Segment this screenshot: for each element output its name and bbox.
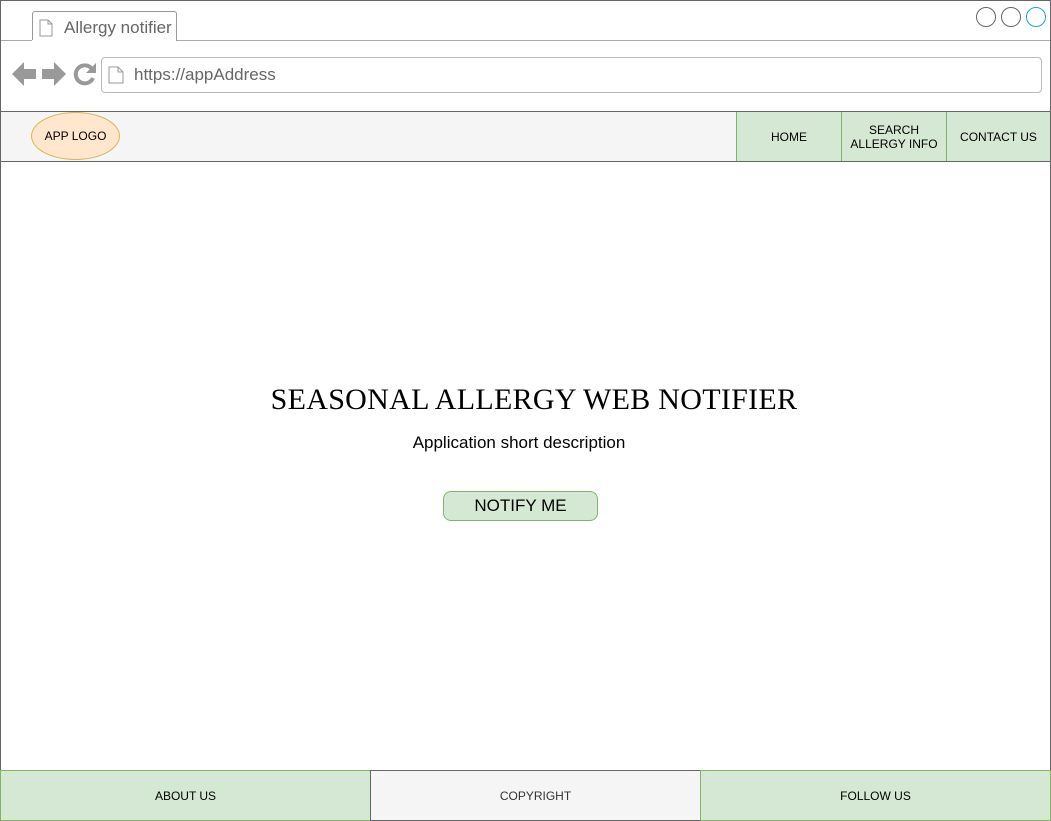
app-header: APP LOGO HOME SEARCH ALLERGY INFO CONTAC… [1, 111, 1050, 162]
footer-copyright: COPYRIGHT [370, 770, 701, 821]
footer-copyright-label: COPYRIGHT [499, 788, 572, 803]
close-button[interactable] [1026, 7, 1046, 27]
nav-search-label: SEARCH ALLERGY INFO [850, 122, 938, 151]
tab-strip: Allergy notifier [1, 1, 1050, 41]
footer-about-label: ABOUT US [154, 788, 217, 803]
url-text: https://appAddress [134, 65, 276, 84]
page-icon [39, 19, 53, 42]
app-logo[interactable]: APP LOGO [31, 112, 120, 160]
nav-home[interactable]: HOME [736, 112, 841, 161]
footer-about-us[interactable]: ABOUT US [0, 770, 371, 821]
nav-contact-us[interactable]: CONTACT US [946, 112, 1050, 161]
nav-search-allergy-info[interactable]: SEARCH ALLERGY INFO [841, 112, 946, 161]
address-bar-area: https://appAddress [1, 41, 1050, 111]
nav-contact-label: CONTACT US [960, 129, 1037, 144]
minimize-button[interactable] [976, 7, 996, 27]
address-bar[interactable]: https://appAddress [101, 57, 1042, 93]
reload-icon[interactable] [72, 61, 96, 92]
app-description: Application short description [412, 433, 626, 452]
browser-tab[interactable]: Allergy notifier [32, 11, 177, 41]
tab-title: Allergy notifier [64, 18, 172, 37]
back-arrow-icon[interactable] [12, 61, 36, 92]
page-icon [108, 66, 124, 89]
page-title: SEASONAL ALLERGY WEB NOTIFIER [270, 383, 798, 416]
footer: ABOUT US COPYRIGHT FOLLOW US [0, 770, 1051, 821]
nav-home-label: HOME [771, 129, 807, 144]
footer-follow-us[interactable]: FOLLOW US [700, 770, 1051, 821]
notify-me-button[interactable]: NOTIFY ME [443, 491, 598, 521]
forward-arrow-icon[interactable] [42, 61, 66, 92]
browser-window: Allergy notifier https://appAddress APP … [0, 0, 1051, 821]
footer-follow-label: FOLLOW US [840, 788, 911, 803]
maximize-button[interactable] [1001, 7, 1021, 27]
